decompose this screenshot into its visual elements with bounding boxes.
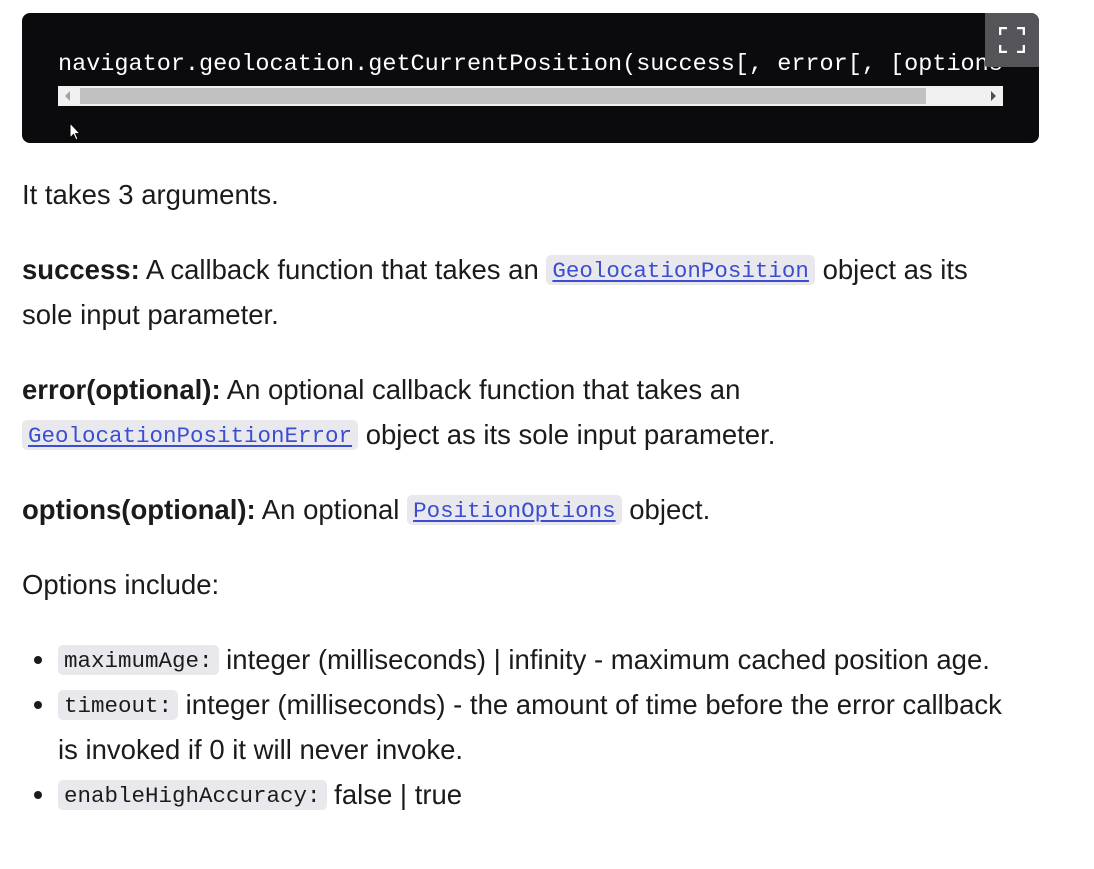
scroll-right-button[interactable]: [983, 86, 1003, 106]
inline-code: PositionOptions: [407, 495, 622, 525]
arg-desc: An optional: [255, 494, 408, 525]
arrow-right-icon: [991, 91, 996, 101]
arg-term: error(optional):: [22, 374, 221, 405]
option-desc: integer (milliseconds) | infinity - maxi…: [218, 644, 990, 675]
option-code: enableHighAccuracy:: [58, 780, 327, 810]
code-block: navigator.geolocation.getCurrentPosition…: [22, 13, 1039, 143]
arg-term: options(optional):: [22, 494, 256, 525]
arg-success: success: A callback function that takes …: [22, 247, 1022, 337]
arg-options: options(optional): An optional PositionO…: [22, 487, 1022, 532]
arg-desc: A callback function that takes an: [139, 254, 547, 285]
intro-label: It takes 3 arguments.: [22, 179, 279, 210]
inline-code: GeolocationPositionError: [22, 420, 359, 450]
mouse-cursor-icon: [69, 122, 81, 141]
options-list: maximumAge: integer (milliseconds) | inf…: [22, 637, 1022, 817]
list-item: enableHighAccuracy: false | true: [34, 772, 1022, 817]
horizontal-scrollbar[interactable]: [58, 86, 1003, 106]
arg-term: success:: [22, 254, 140, 285]
fullscreen-icon: [999, 27, 1025, 53]
article-content: It takes 3 arguments. success: A callbac…: [22, 172, 1022, 817]
list-item: timeout: integer (milliseconds) - the am…: [34, 682, 1022, 772]
arg-desc: An optional callback function that takes…: [220, 374, 741, 405]
option-code: maximumAge:: [58, 645, 219, 675]
options-heading-label: Options include:: [22, 569, 220, 600]
positionoptions-link[interactable]: PositionOptions: [413, 498, 616, 524]
intro-text: It takes 3 arguments.: [22, 172, 1022, 217]
arg-error: error(optional): An optional callback fu…: [22, 367, 1022, 457]
options-heading: Options include:: [22, 562, 1022, 607]
arg-desc: object as its sole input parameter.: [358, 419, 776, 450]
option-code: timeout:: [58, 690, 179, 720]
geolocationposition-link[interactable]: GeolocationPosition: [552, 258, 809, 284]
geolocationpositionerror-link[interactable]: GeolocationPositionError: [28, 423, 352, 449]
list-item: maximumAge: integer (milliseconds) | inf…: [34, 637, 1022, 682]
code-text[interactable]: navigator.geolocation.getCurrentPosition…: [58, 51, 1003, 79]
scroll-left-button[interactable]: [58, 86, 78, 106]
expand-button[interactable]: [985, 13, 1039, 67]
scrollbar-thumb[interactable]: [80, 88, 926, 104]
option-desc: integer (milliseconds) - the amount of t…: [58, 689, 1002, 765]
arg-desc: object.: [621, 494, 711, 525]
option-desc: false | true: [326, 779, 463, 810]
inline-code: GeolocationPosition: [546, 255, 815, 285]
arrow-left-icon: [65, 91, 70, 101]
